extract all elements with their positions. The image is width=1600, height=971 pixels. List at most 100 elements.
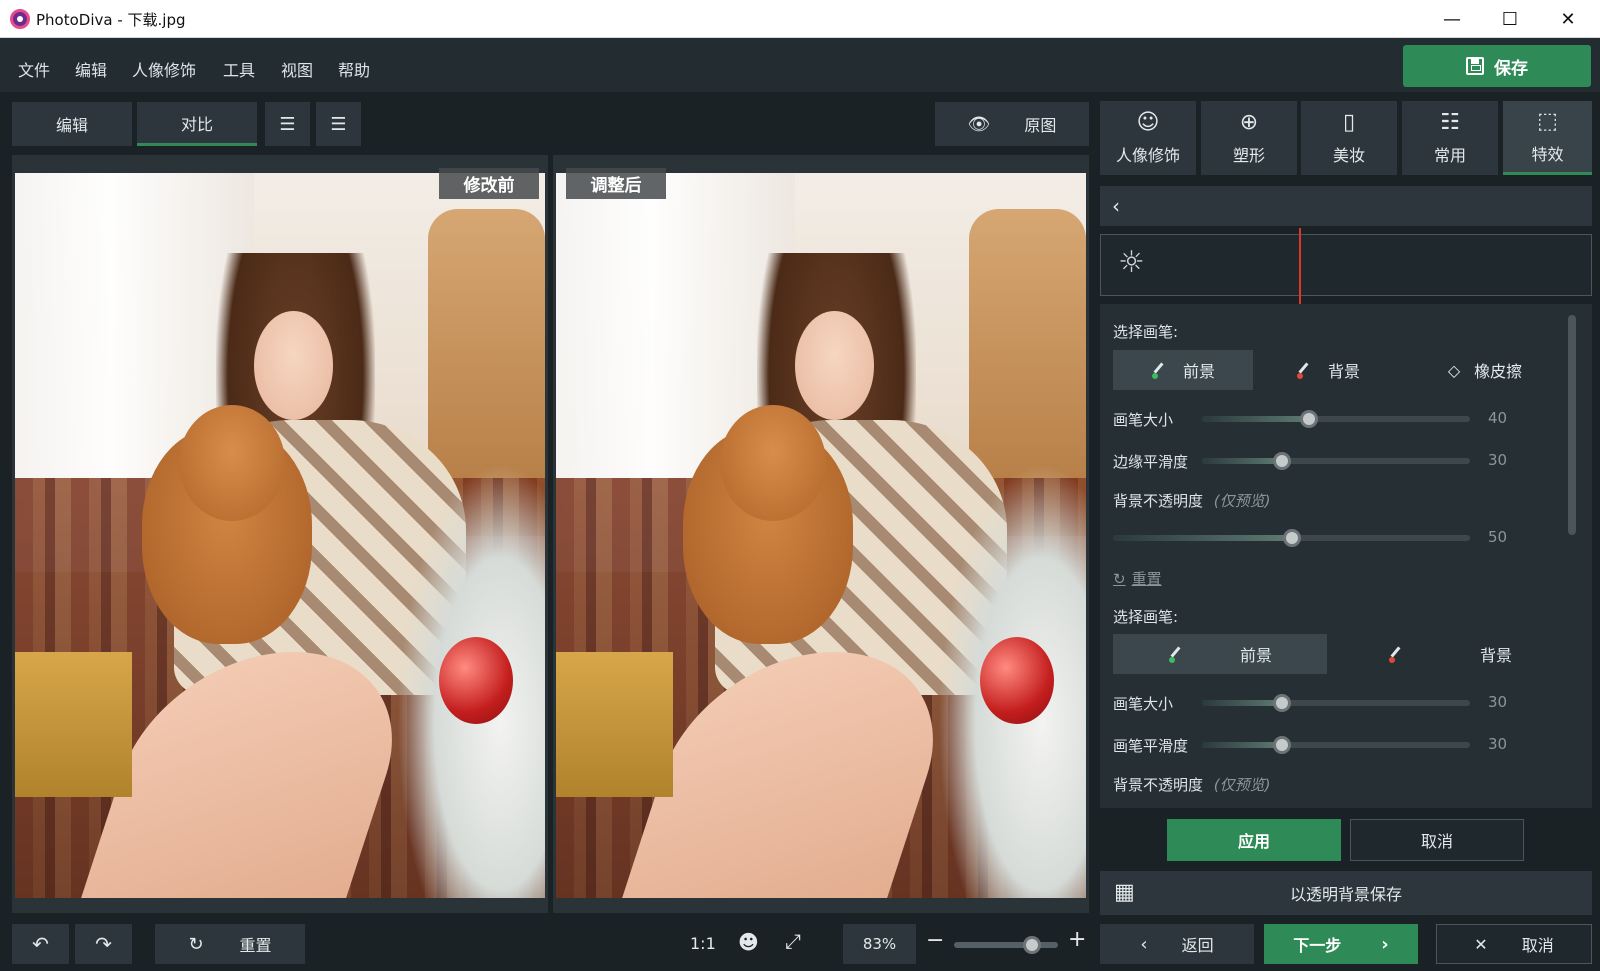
brush2-smooth-slider[interactable] (1202, 736, 1470, 754)
menu-portrait[interactable]: 人像修饰 (132, 57, 196, 81)
menu-help[interactable]: 帮助 (338, 57, 370, 81)
brush2-foreground-button[interactable]: 前景 (1113, 634, 1327, 674)
redo-button[interactable]: ↷ (75, 924, 132, 964)
brush2-foreground-icon (1168, 645, 1186, 663)
face-detect-icon[interactable]: ☻ (738, 930, 759, 954)
brush2-background-button[interactable]: 背景 (1340, 634, 1560, 674)
compare-tab[interactable]: 对比 (137, 102, 257, 146)
after-photo[interactable] (556, 173, 1086, 898)
brush2-size-value: 30 (1488, 693, 1508, 711)
brush-size-label: 画笔大小 (1113, 411, 1174, 429)
next-button[interactable]: 下一步 › (1264, 924, 1418, 964)
brush2-size-label: 画笔大小 (1113, 695, 1174, 713)
tab-portrait[interactable]: ☺ 人像修饰 (1100, 101, 1196, 175)
reshape-icon: ⊕ (1239, 110, 1259, 135)
bg-opacity-label-2: 背景不透明度 (仅预览) (1113, 774, 1271, 795)
before-label: 修改前 (439, 168, 539, 199)
fit-screen-icon[interactable]: ⤢ (785, 929, 801, 953)
settings-scrollbar[interactable] (1568, 315, 1576, 535)
bg-opacity-knob-1[interactable] (1282, 529, 1301, 547)
maximize-button[interactable]: ☐ (1482, 0, 1538, 38)
menu-bar: 文件 编辑 人像修饰 工具 视图 帮助 (0, 38, 1600, 92)
undo-icon: ↶ (32, 932, 49, 956)
brush-background-icon (1296, 361, 1314, 379)
eye-icon: 👁 (967, 113, 991, 135)
preset-add-icon: ☰ (279, 113, 296, 135)
makeup-icon: ▯ (1342, 110, 1356, 135)
reset-link[interactable]: ↻ 重置 (1113, 568, 1162, 589)
bg-opacity-label-1: 背景不透明度 (仅预览) (1113, 490, 1271, 511)
next-button-label: 下一步 (1293, 936, 1342, 955)
eraser-icon: ◇ (1447, 360, 1461, 380)
tab-common-label: 常用 (1433, 146, 1466, 165)
bg-opacity-text-2: 背景不透明度 (1113, 776, 1204, 794)
cancel-x-icon: ✕ (1474, 934, 1488, 954)
save-label: 保存 (1494, 58, 1528, 79)
zoom-out-icon[interactable]: − (926, 928, 944, 953)
redo-icon: ↷ (95, 932, 112, 956)
zoom-in-icon[interactable]: + (1068, 927, 1086, 952)
before-photo[interactable] (15, 173, 545, 898)
preset-add-button[interactable]: ☰ (265, 102, 310, 146)
brush2-background-icon (1388, 645, 1406, 663)
original-button[interactable]: 👁 原图 (935, 102, 1089, 146)
title-bar: PhotoDiva - 下载.jpg — ☐ ✕ (0, 0, 1600, 38)
tab-reshape-label: 塑形 (1232, 146, 1265, 165)
brush2-smooth-value: 30 (1488, 735, 1508, 753)
save-transparent-label: 以透明背景保存 (1289, 885, 1402, 904)
brush2-size-slider[interactable] (1202, 694, 1470, 712)
menu-edit[interactable]: 编辑 (75, 57, 107, 81)
reset-small-icon: ↻ (1113, 569, 1126, 588)
tab-reshape[interactable]: ⊕ 塑形 (1201, 101, 1297, 175)
bg-opacity-note-2: (仅预览) (1213, 776, 1271, 794)
edge-smooth-slider[interactable] (1202, 452, 1470, 470)
menu-view[interactable]: 视图 (281, 57, 313, 81)
zoom-slider[interactable] (954, 936, 1058, 954)
reset-link-label: 重置 (1131, 570, 1162, 588)
original-label: 原图 (1024, 116, 1057, 135)
window-title: PhotoDiva - 下载.jpg (36, 11, 186, 29)
edit-tab[interactable]: 编辑 (12, 102, 132, 146)
tip-box (1100, 234, 1592, 296)
back-chevron-icon: ‹ (1140, 933, 1148, 955)
bg-opacity-slider-1[interactable] (1113, 529, 1470, 547)
apply-button[interactable]: 应用 (1167, 819, 1341, 861)
save-transparent-button[interactable]: ▦ 以透明背景保存 (1100, 871, 1592, 915)
edge-smooth-value: 30 (1488, 451, 1508, 469)
back-button-label: 返回 (1181, 936, 1214, 955)
tab-common[interactable]: ☷ 常用 (1402, 101, 1498, 175)
bg-opacity-value-1: 50 (1488, 528, 1508, 546)
brush-background-label: 背景 (1327, 362, 1360, 381)
tab-makeup-label: 美妆 (1332, 146, 1365, 165)
next-chevron-icon: › (1381, 933, 1389, 955)
menu-tools[interactable]: 工具 (223, 57, 255, 81)
close-button[interactable]: ✕ (1540, 0, 1596, 38)
brush-background-button[interactable]: 背景 (1268, 350, 1388, 390)
portrait-icon: ☺ (1136, 110, 1160, 135)
back-row (1100, 186, 1592, 226)
undo-button[interactable]: ↶ (12, 924, 69, 964)
chevron-left-icon[interactable]: ‹ (1112, 194, 1120, 218)
zoom-knob[interactable] (1023, 936, 1041, 954)
brush2-background-label: 背景 (1479, 646, 1512, 665)
brush-size-slider[interactable] (1202, 410, 1470, 428)
eraser-button[interactable]: ◇ 橡皮擦 (1410, 350, 1560, 390)
tab-makeup[interactable]: ▯ 美妆 (1301, 101, 1397, 175)
zoom-field[interactable]: 83% (843, 924, 916, 964)
brush-size-value: 40 (1488, 409, 1508, 427)
lightbulb-icon: ☼ (1118, 245, 1145, 280)
preset-download-button[interactable]: ☰ (316, 102, 361, 146)
ratio-1-1-button[interactable]: 1:1 (690, 934, 716, 953)
cancel-button[interactable]: ✕ 取消 (1436, 924, 1592, 964)
save-button[interactable]: 保存 (1403, 45, 1591, 87)
minimize-button[interactable]: — (1424, 0, 1480, 38)
tab-effects[interactable]: ⬚ 特效 (1503, 101, 1592, 175)
back-button[interactable]: ‹ 返回 (1100, 924, 1254, 964)
brush2-foreground-label: 前景 (1239, 646, 1272, 665)
menu-file[interactable]: 文件 (18, 57, 50, 81)
brush-foreground-button[interactable]: 前景 (1113, 350, 1253, 390)
reset-button[interactable]: ↻ 重置 (155, 924, 305, 964)
edge-smooth-label: 边缘平滑度 (1113, 453, 1189, 471)
cancel-effect-button[interactable]: 取消 (1350, 819, 1524, 861)
bg-opacity-text-1: 背景不透明度 (1113, 492, 1204, 510)
